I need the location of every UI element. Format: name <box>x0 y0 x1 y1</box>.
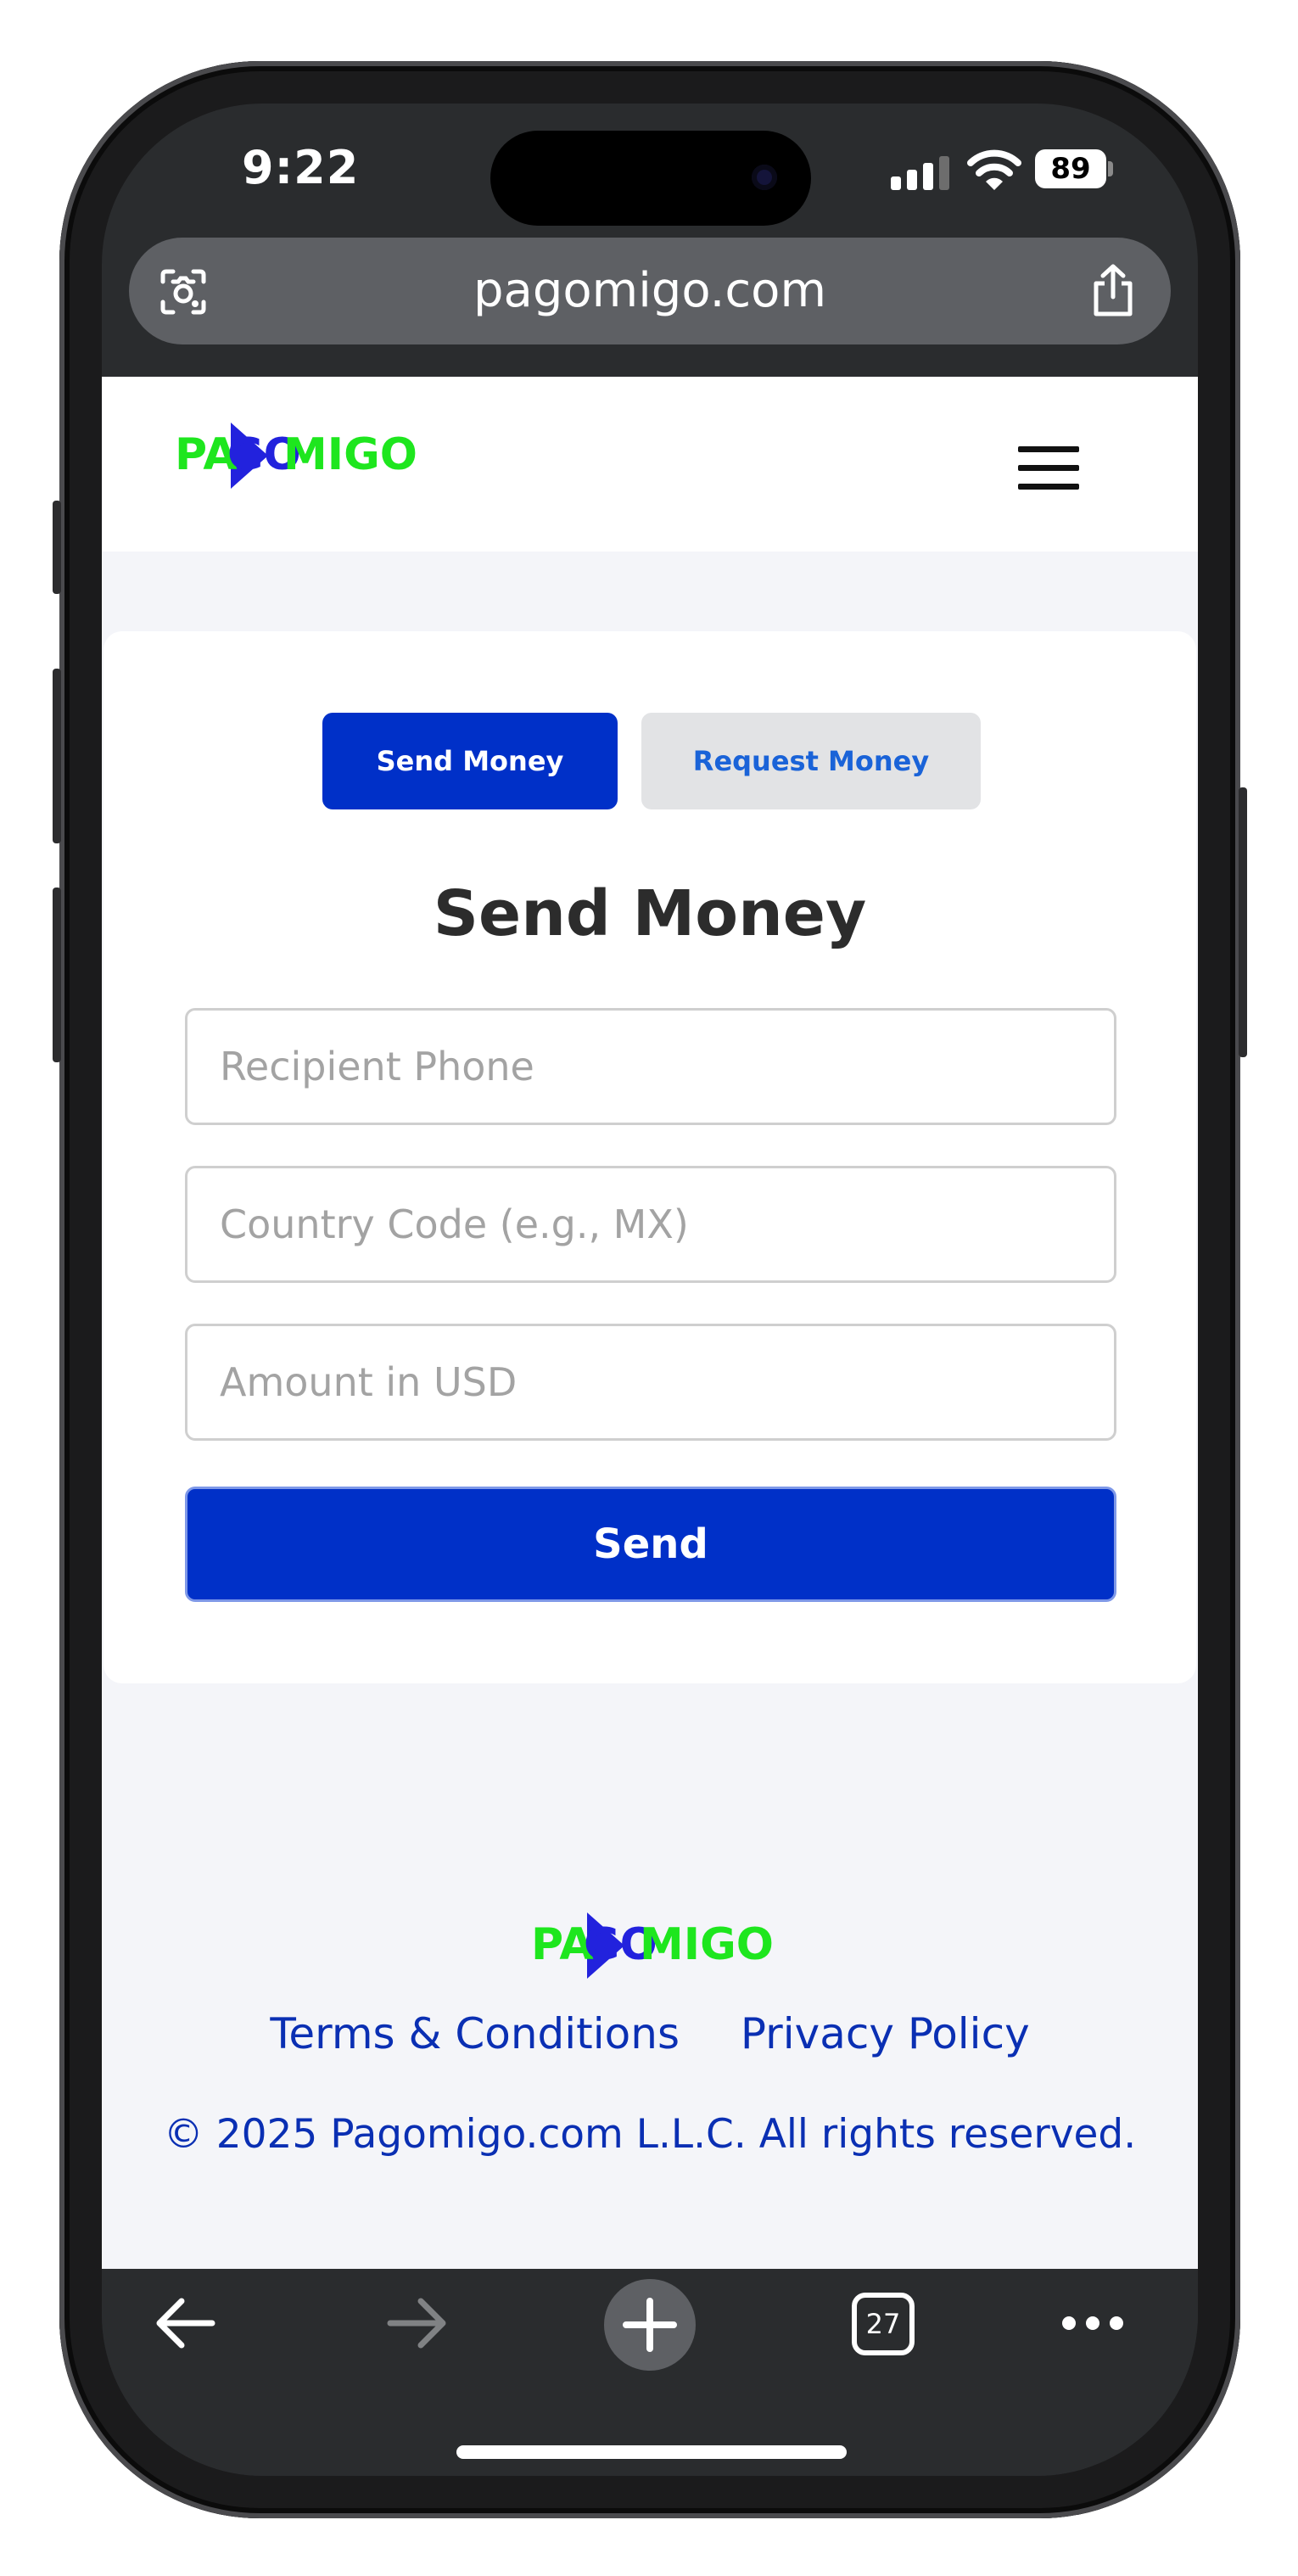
tab-send-money[interactable]: Send Money <box>322 713 618 809</box>
url-text[interactable]: pagomigo.com <box>129 238 1171 344</box>
form-title: Send Money <box>433 877 867 950</box>
send-button[interactable]: Send <box>185 1487 1116 1602</box>
dynamic-island <box>490 131 811 226</box>
footer-links: Terms & Conditions Privacy Policy <box>102 2009 1198 2058</box>
recipient-phone-input[interactable] <box>185 1008 1116 1125</box>
transfer-card: Send Money Request Money Send Money Send <box>104 631 1196 1683</box>
power-button <box>1239 787 1247 1057</box>
address-bar[interactable]: pagomigo.com <box>129 238 1171 344</box>
pagomigo-logo[interactable]: PA GO MIGO <box>175 417 429 494</box>
status-time: 9:22 <box>242 141 360 194</box>
privacy-link[interactable]: Privacy Policy <box>741 2009 1030 2058</box>
front-camera <box>752 165 777 190</box>
amount-usd-input[interactable] <box>185 1324 1116 1441</box>
hamburger-menu-icon[interactable] <box>1018 446 1079 490</box>
plus-icon <box>623 2298 677 2352</box>
site-header: PA GO MIGO <box>102 377 1198 552</box>
web-page: PA GO MIGO Send Money Request Money Send… <box>102 377 1198 2269</box>
home-indicator[interactable] <box>456 2445 847 2459</box>
new-tab-button[interactable] <box>604 2279 696 2371</box>
share-icon[interactable] <box>1089 263 1137 317</box>
footer-pagomigo-logo[interactable]: PA GO MIGO <box>531 1907 786 1984</box>
svg-text:MIGO: MIGO <box>640 1919 774 1970</box>
terms-link[interactable]: Terms & Conditions <box>270 2009 680 2058</box>
svg-text:MIGO: MIGO <box>283 429 417 480</box>
volume-down-button <box>53 888 61 1062</box>
battery-icon: 89 <box>1035 149 1113 188</box>
volume-up-button <box>53 669 61 843</box>
battery-tip <box>1108 161 1113 176</box>
copyright-text: © 2025 Pagomigo.com L.L.C. All rights re… <box>163 2111 1137 2158</box>
signal-icon <box>891 156 952 190</box>
tabs-icon[interactable]: 27 <box>852 2293 915 2355</box>
status-bar: 9:22 89 <box>102 104 1198 231</box>
battery-level: 89 <box>1035 149 1106 188</box>
back-arrow-icon[interactable] <box>153 2294 217 2352</box>
phone-screen: 9:22 89 pagomigo.com PA GO MIGO Send Mon… <box>102 104 1198 2476</box>
country-code-input[interactable] <box>185 1166 1116 1283</box>
forward-arrow-icon[interactable] <box>385 2294 450 2352</box>
more-icon[interactable] <box>1060 2315 1125 2332</box>
action-button <box>53 501 61 594</box>
tab-request-money[interactable]: Request Money <box>641 713 981 809</box>
wifi-icon <box>967 149 1021 190</box>
